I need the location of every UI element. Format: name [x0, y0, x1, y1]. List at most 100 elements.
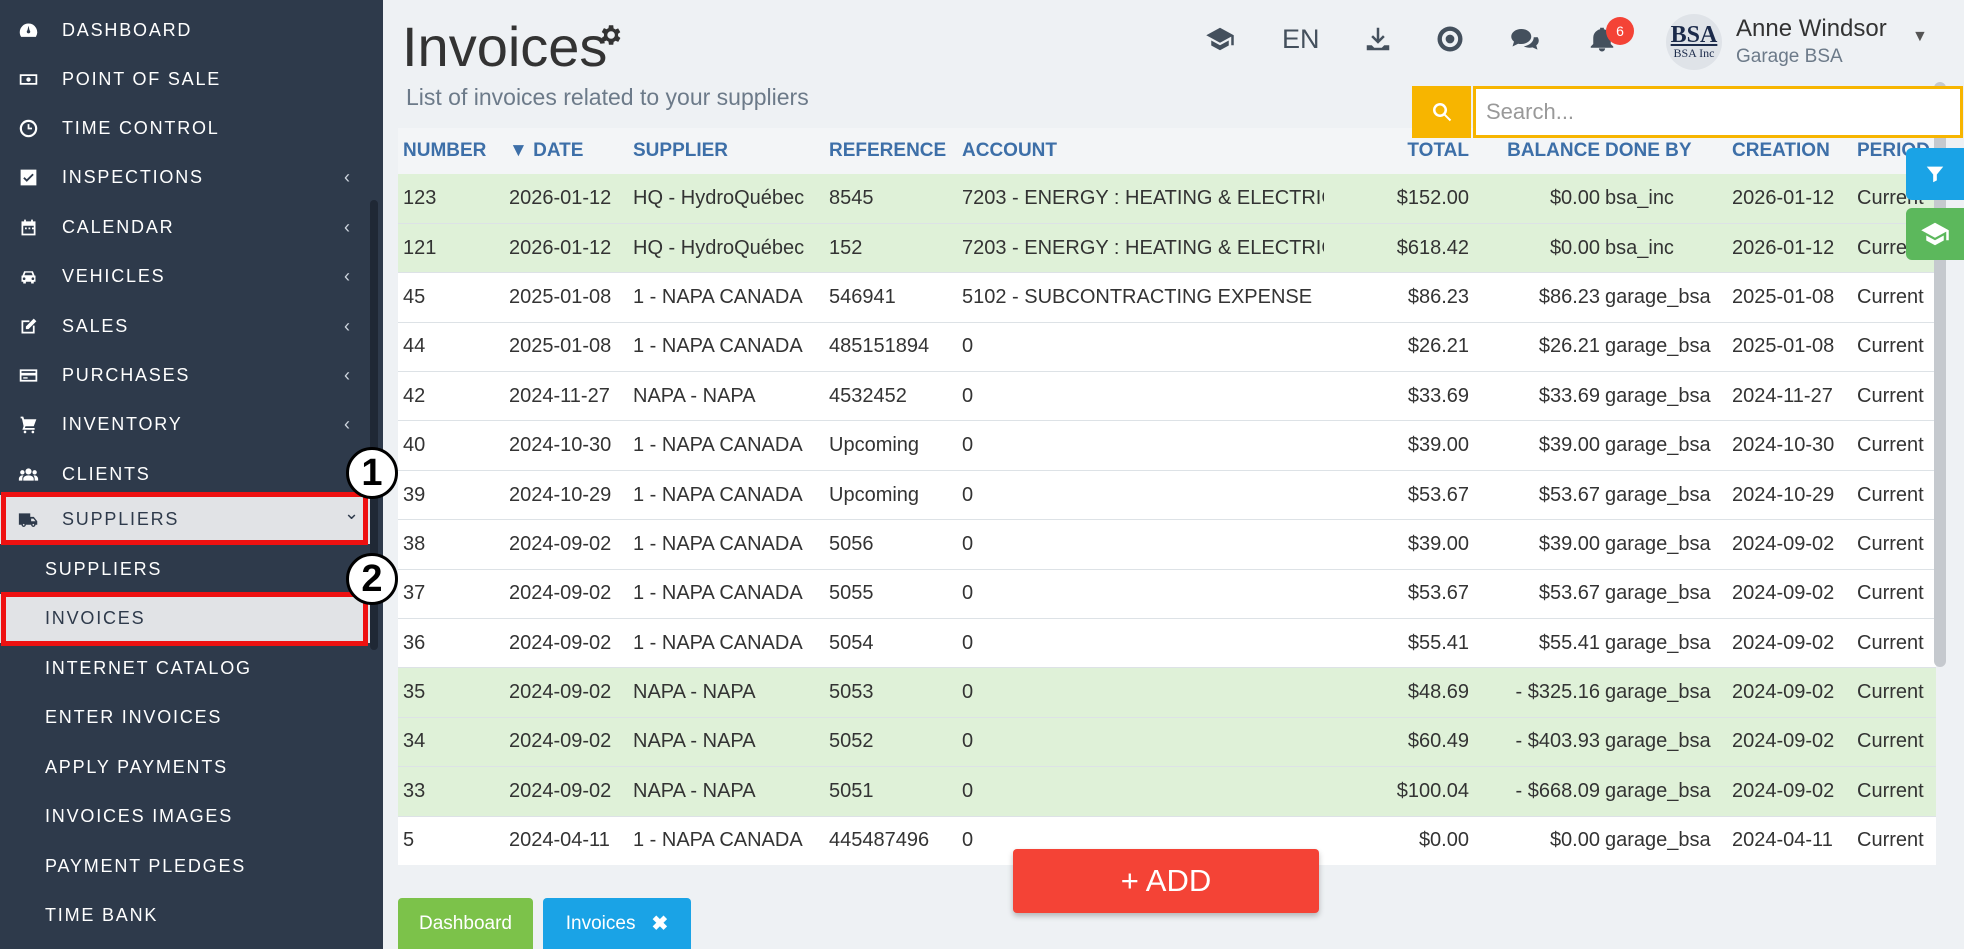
sidebar-item-calendar[interactable]: CALENDAR ‹: [0, 203, 370, 252]
sidebar-subitem-time-bank[interactable]: TIME BANK: [0, 891, 370, 940]
cell-reference: 445487496: [824, 816, 957, 865]
sidebar-subitem-suppliers[interactable]: SUPPLIERS: [0, 545, 370, 594]
graduation-cap-icon[interactable]: [1203, 22, 1237, 56]
cell-done-by: garage_bsa: [1600, 816, 1727, 865]
cell-supplier: HQ - HydroQuébec: [628, 174, 824, 224]
cell-date: 2024-09-02: [504, 519, 628, 570]
cell-total: $152.00: [1324, 174, 1469, 224]
cell-number: 34: [398, 717, 504, 768]
cell-total: $55.41: [1324, 618, 1469, 669]
table-row[interactable]: 123 2026-01-12 HQ - HydroQuébec 8545 7203 - …: [398, 174, 1936, 224]
sidebar-subitem-enter-invoices[interactable]: ENTER INVOICES: [0, 693, 370, 742]
cell-done-by: garage_bsa: [1600, 618, 1727, 669]
sidebar-item-dashboard[interactable]: DASHBOARD: [0, 6, 370, 55]
sidebar-item-vehicles[interactable]: VEHICLES ‹: [0, 252, 370, 301]
tab-invoices[interactable]: Invoices ✖: [543, 898, 691, 949]
table-row[interactable]: 38 2024-09-02 1 - NAPA CANADA 5056 0 $39.00 $3…: [398, 519, 1936, 570]
cell-creation: 2024-09-02: [1727, 569, 1852, 620]
add-button[interactable]: + ADD: [1013, 849, 1319, 913]
cell-reference: 5055: [824, 569, 957, 620]
credit-card-icon: [16, 364, 40, 388]
cell-creation: 2026-01-12: [1727, 223, 1852, 274]
cell-creation: 2024-09-02: [1727, 618, 1852, 669]
sidebar-item-time-control[interactable]: TIME CONTROL: [0, 104, 370, 153]
tutorial-button[interactable]: [1906, 208, 1964, 260]
sidebar-item-label: INSPECTIONS: [62, 167, 204, 187]
search-button[interactable]: [1412, 86, 1471, 138]
sidebar-subitem-internet-catalog[interactable]: INTERNET CATALOG: [0, 644, 370, 693]
cell-reference: 485151894: [824, 322, 957, 373]
cell-period: Current: [1852, 420, 1936, 471]
tab-invoices-label: Invoices: [565, 912, 636, 934]
cell-number: 42: [398, 371, 504, 422]
callout-box-suppliers: [1, 492, 368, 545]
table-row[interactable]: 121 2026-01-12 HQ - HydroQuébec 152 7203 - E…: [398, 223, 1936, 274]
table-row[interactable]: 39 2024-10-29 1 - NAPA CANADA Upcoming 0 $53.…: [398, 470, 1936, 521]
sidebar-subitem-apply-payments[interactable]: APPLY PAYMENTS: [0, 743, 370, 792]
cell-supplier: 1 - NAPA CANADA: [628, 816, 824, 865]
cell-reference: 8545: [824, 174, 957, 224]
language-selector[interactable]: EN: [1282, 24, 1320, 55]
chevron-left-icon: ‹: [344, 316, 352, 336]
caret-down-icon[interactable]: ▼: [1912, 28, 1928, 46]
cell-balance: $39.00: [1469, 420, 1600, 471]
cell-reference: 4532452: [824, 371, 957, 422]
cell-total: $100.04: [1324, 766, 1469, 817]
sort-desc-icon: ▼: [509, 140, 534, 161]
cell-total: $53.67: [1324, 470, 1469, 521]
cell-reference: 5054: [824, 618, 957, 669]
user-name[interactable]: Anne Windsor: [1736, 15, 1887, 43]
cell-date: 2024-09-02: [504, 717, 628, 768]
cell-number: 44: [398, 322, 504, 373]
table-row[interactable]: 33 2024-09-02 NAPA - NAPA 5051 0 $100.04- $66…: [398, 766, 1936, 817]
cell-creation: 2025-01-08: [1727, 272, 1852, 323]
tab-dashboard[interactable]: Dashboard: [398, 898, 533, 949]
lifebuoy-icon[interactable]: [1433, 22, 1467, 56]
cell-account: 0: [957, 569, 1324, 620]
cell-date: 2026-01-12: [504, 223, 628, 274]
table-row[interactable]: 45 2025-01-08 1 - NAPA CANADA 546941 5102 - …: [398, 272, 1936, 323]
cell-period: Current: [1852, 667, 1936, 718]
cell-total: $53.67: [1324, 569, 1469, 620]
column-header-date[interactable]: ▼ DATE: [504, 128, 628, 174]
table-row[interactable]: 42 2024-11-27 NAPA - NAPA 4532452 0 $33.69 $33…: [398, 371, 1936, 422]
chat-icon[interactable]: [1508, 22, 1542, 56]
cell-balance: $0.00: [1469, 816, 1600, 865]
sidebar-item-inventory[interactable]: INVENTORY ‹: [0, 400, 370, 449]
cell-account: 0: [957, 420, 1324, 471]
sidebar-subitem-payment-pledges[interactable]: PAYMENT PLEDGES: [0, 842, 370, 891]
cell-total: $0.00: [1324, 816, 1469, 865]
close-tab-icon[interactable]: ✖: [651, 911, 668, 936]
table-row[interactable]: 37 2024-09-02 1 - NAPA CANADA 5055 0 $53.67 $5…: [398, 569, 1936, 620]
page-title: Invoices: [402, 15, 608, 78]
cell-supplier: 1 - NAPA CANADA: [628, 618, 824, 669]
sidebar-item-purchases[interactable]: PURCHASES ‹: [0, 351, 370, 400]
table-row[interactable]: 36 2024-09-02 1 - NAPA CANADA 5054 0 $55.41 $5…: [398, 618, 1936, 669]
cell-date: 2024-04-11: [504, 816, 628, 865]
table-row[interactable]: 34 2024-09-02 NAPA - NAPA 5052 0 $60.49- $403…: [398, 717, 1936, 768]
table-row[interactable]: 35 2024-09-02 NAPA - NAPA 5053 0 $48.69- $325…: [398, 667, 1936, 718]
cell-balance: $26.21: [1469, 322, 1600, 373]
gear-icon[interactable]: [597, 22, 623, 48]
sidebar-item-point-of-sale[interactable]: POINT OF SALE: [0, 55, 370, 104]
filter-button[interactable]: [1906, 148, 1964, 200]
table-row[interactable]: 44 2025-01-08 1 - NAPA CANADA 485151894 0 $26…: [398, 322, 1936, 373]
cell-creation: 2026-01-12: [1727, 174, 1852, 224]
cell-balance: $53.67: [1469, 569, 1600, 620]
user-company: Garage BSA: [1736, 46, 1843, 67]
sidebar-item-inspections[interactable]: INSPECTIONS ‹: [0, 153, 370, 202]
sidebar-item-sales[interactable]: SALES ‹: [0, 302, 370, 351]
search-input[interactable]: [1473, 86, 1963, 138]
avatar[interactable]: BSA BSA Inc: [1666, 14, 1722, 70]
cell-date: 2024-10-30: [504, 420, 628, 471]
column-header-number[interactable]: NUMBER: [398, 128, 504, 174]
column-header-account[interactable]: ACCOUNT: [957, 128, 1324, 174]
table-row[interactable]: 40 2024-10-30 1 - NAPA CANADA Upcoming 0 $39.…: [398, 420, 1936, 471]
column-header-reference[interactable]: REFERENCE: [824, 128, 957, 174]
column-header-supplier[interactable]: SUPPLIER: [628, 128, 824, 174]
sidebar-subitem-invoices-images[interactable]: INVOICES IMAGES: [0, 792, 370, 841]
graduation-cap-icon: [1921, 222, 1949, 246]
page-subtitle: List of invoices related to your supplie…: [406, 84, 809, 110]
download-icon[interactable]: [1361, 22, 1395, 56]
chevron-left-icon: ‹: [344, 217, 352, 237]
